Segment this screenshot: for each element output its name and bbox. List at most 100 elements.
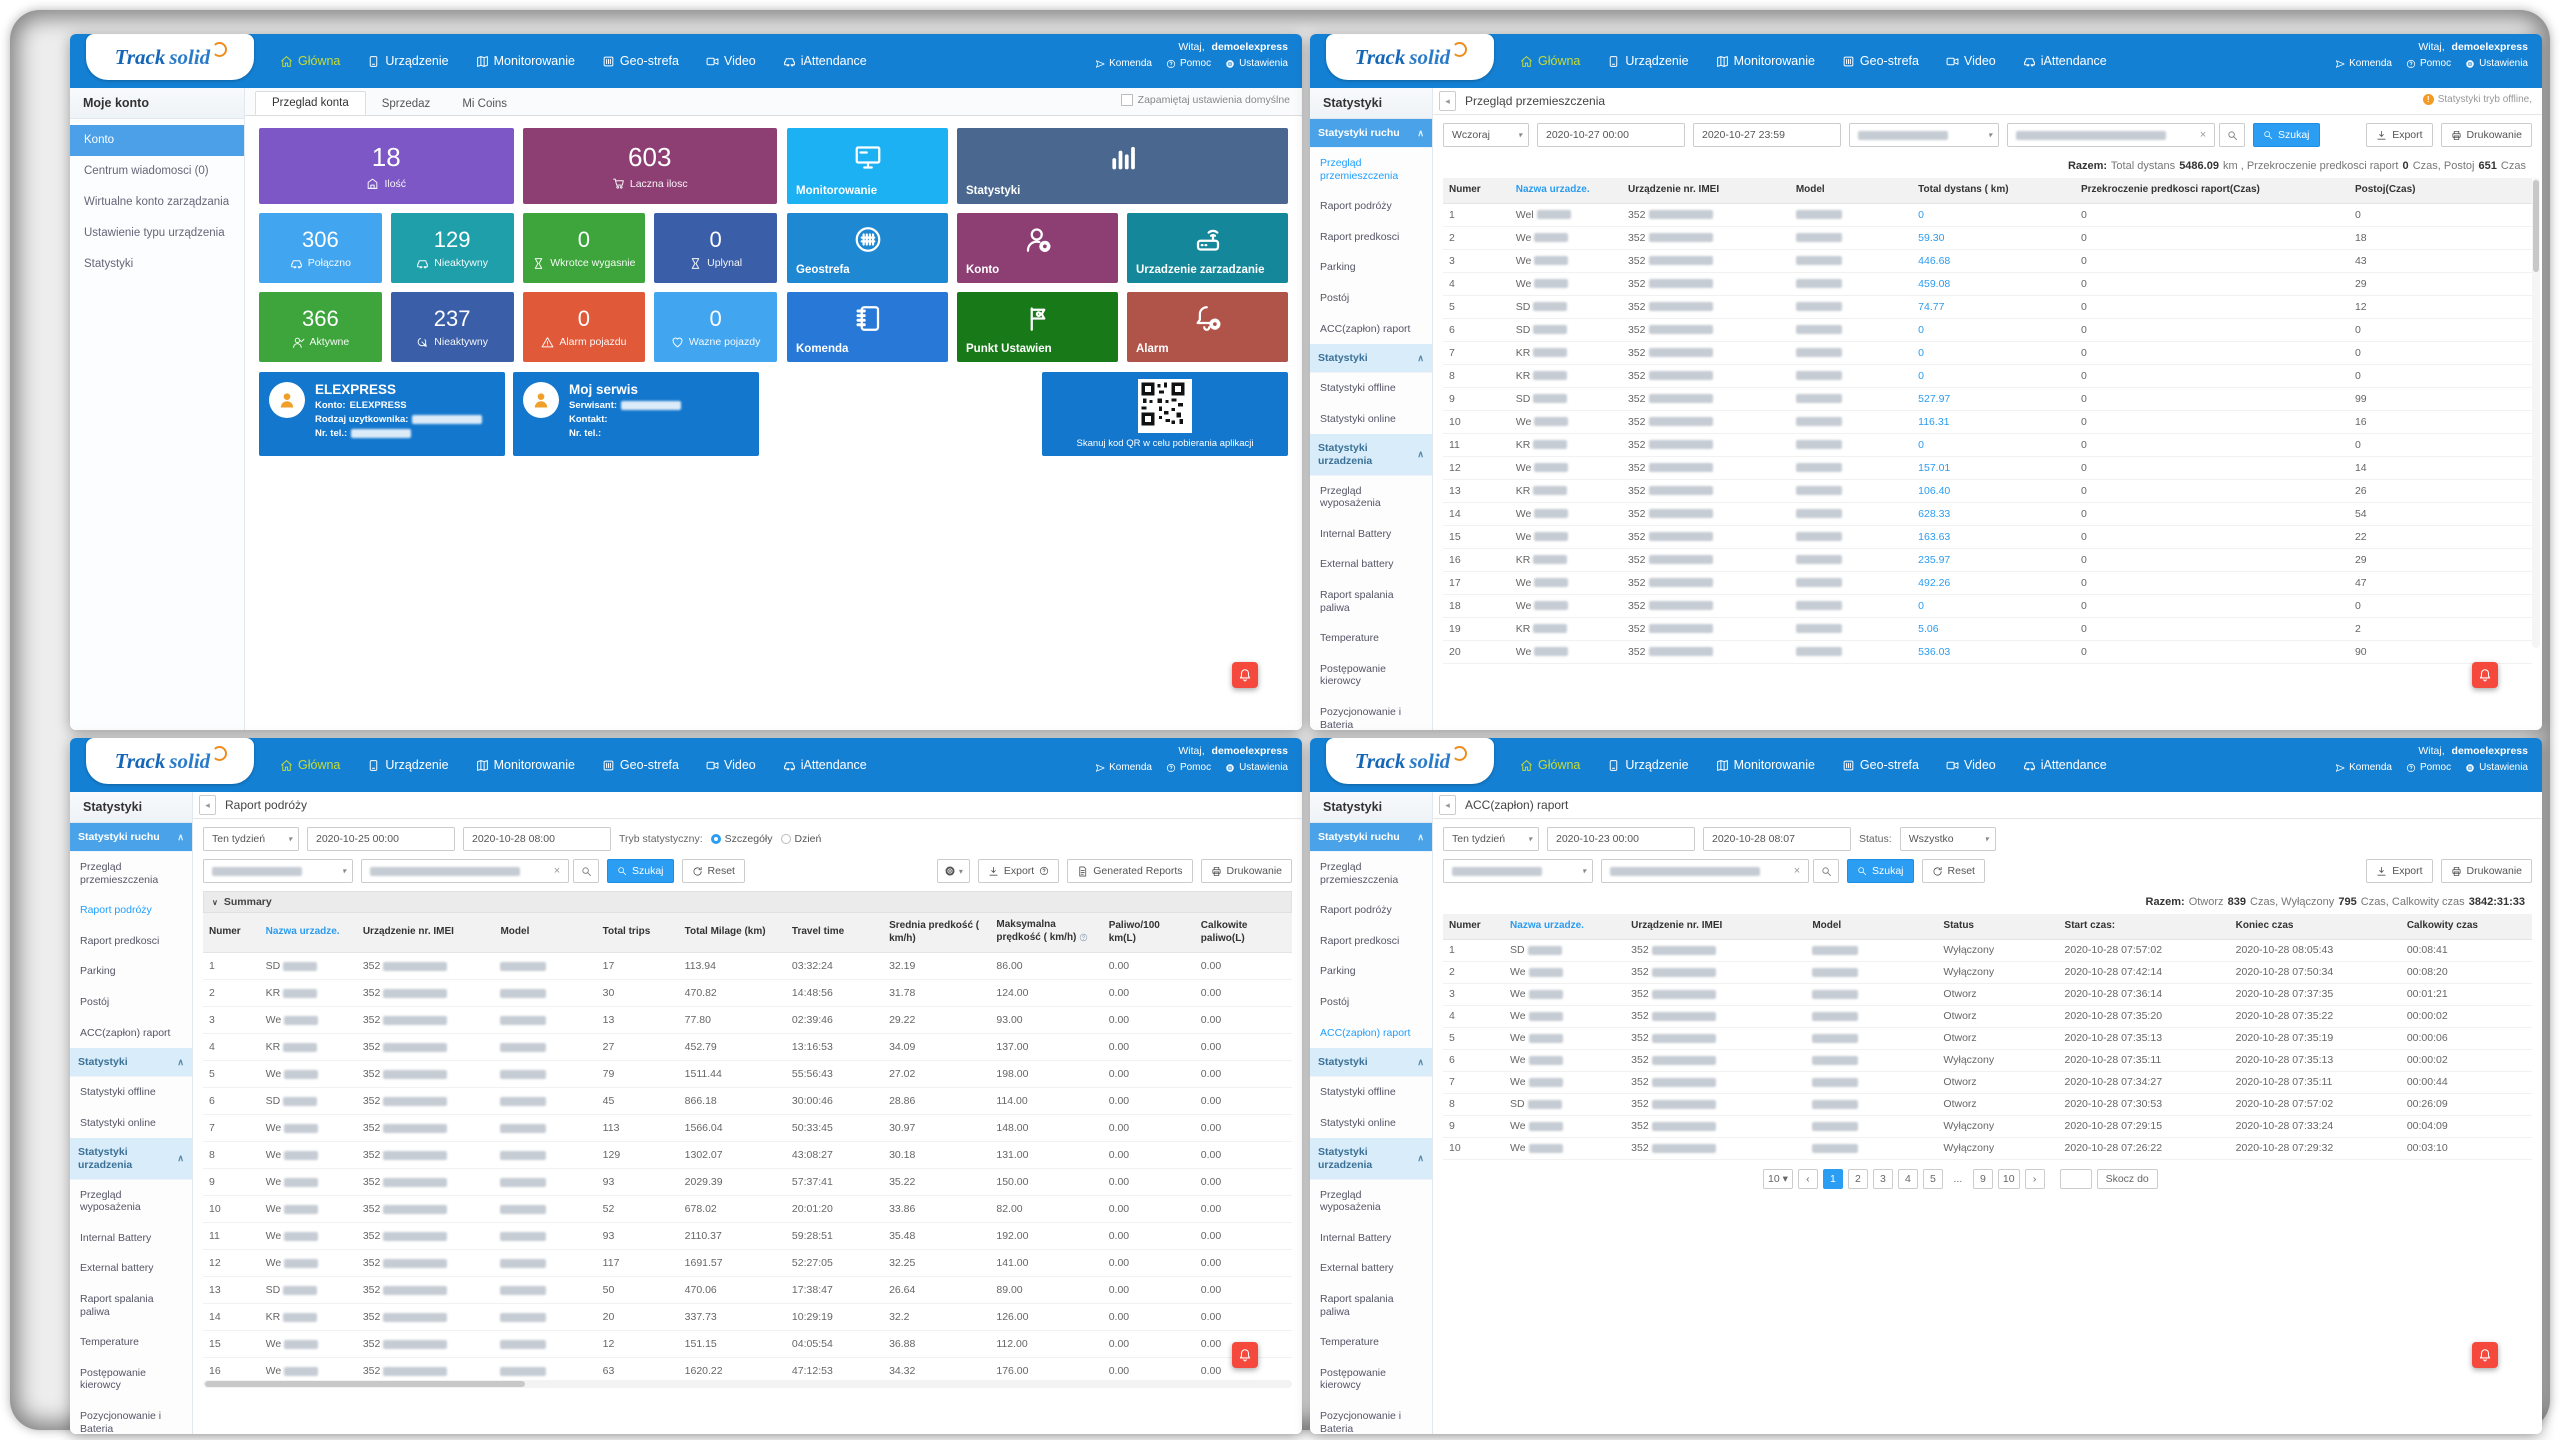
table-row[interactable]: 2 KR 352 30 470.82 14:48:56 31.78 124.00 0.00 0.0… [203, 979, 1292, 1007]
alarm-notification-button[interactable] [1232, 662, 1258, 688]
export-button[interactable]: Export [2366, 123, 2433, 147]
nav-iattendance[interactable]: iAttendance [2023, 758, 2107, 772]
sidebar-item[interactable]: Raport predkosci [70, 926, 192, 957]
sidebar-item[interactable]: Raport predkosci [1310, 222, 1432, 253]
app-tile[interactable]: Geostrefa [787, 213, 948, 283]
sidebar-group-header[interactable]: Statystyki urzadzenia ∧ [70, 1138, 192, 1180]
sidebar-item[interactable]: Statystyki offline [70, 1077, 192, 1108]
account-select[interactable]: ▾ [1443, 859, 1593, 883]
table-row[interactable]: 3 We 352 446.68 0 43 [1443, 249, 2532, 273]
stat-tile[interactable]: 0 Uplynal [654, 213, 777, 283]
table-row[interactable]: 11 We 352 93 2110.37 59:28:51 35.48 192.00 0.00 0… [203, 1222, 1292, 1250]
table-row[interactable]: 18 We 352 0 0 0 [1443, 594, 2532, 618]
sidebar-item[interactable]: Pozycjonowanie i Bateria [1310, 1401, 1432, 1434]
account-select[interactable]: ▾ [203, 859, 353, 883]
print-button[interactable]: Drukowanie [2440, 123, 2532, 147]
sidebar-item[interactable]: Przegląd przemieszczenia [1310, 148, 1432, 191]
nav-video[interactable]: Video [706, 758, 756, 772]
table-row[interactable]: 4 We 352 Otworz 2020-10-28 07:35:20 2020-10-2… [1443, 1005, 2532, 1028]
sidebar-collapse-button[interactable]: ◂ [199, 795, 216, 815]
sidebar-item[interactable]: Parking [70, 956, 192, 987]
table-row[interactable]: 12 We 352 157.01 0 14 [1443, 456, 2532, 480]
sidebar-collapse-button[interactable]: ◂ [1439, 91, 1456, 111]
sidebar-item[interactable]: Centrum wiadomosci (0) [70, 156, 244, 187]
nav-iattendance[interactable]: iAttendance [2023, 54, 2107, 68]
szukaj-button[interactable]: Szukaj [607, 859, 674, 883]
table-row[interactable]: 14 KR 352 20 337.73 10:29:19 32.2 126.00 0.00 0.0… [203, 1303, 1292, 1331]
date-from-input[interactable]: 2020-10-25 00:00 [307, 827, 455, 851]
nav-glowna[interactable]: Główna [280, 54, 340, 68]
date-from-input[interactable]: 2020-10-27 00:00 [1537, 123, 1685, 147]
sidebar-group-header[interactable]: Statystyki ruchu ∧ [70, 823, 192, 853]
vertical-scrollbar[interactable] [2532, 178, 2540, 648]
stat-tile[interactable]: 366 Aktywne [259, 292, 382, 362]
stat-tile[interactable]: 0 Wkrotce wygasnie [522, 213, 646, 283]
sidebar-item[interactable]: Internal Battery [1310, 1223, 1432, 1254]
sidebar-item[interactable]: Przegląd przemieszczenia [70, 852, 192, 895]
table-row[interactable]: 11 KR 352 0 0 0 [1443, 433, 2532, 457]
app-tile[interactable]: Urzadzenie zarzadzanie [1127, 213, 1288, 283]
nav-glowna[interactable]: Główna [1520, 54, 1580, 68]
export-button[interactable]: Export [2366, 859, 2433, 883]
table-row[interactable]: 8 KR 352 0 0 0 [1443, 364, 2532, 388]
sidebar-item[interactable]: Statystyki online [1310, 1108, 1432, 1139]
toplink-pomoc[interactable]: Pomoc [1166, 58, 1211, 69]
page-button[interactable]: 5 [1922, 1168, 1943, 1189]
alarm-notification-button[interactable] [2472, 1342, 2498, 1368]
sidebar-item[interactable]: Pozycjonowanie i Bateria [70, 1401, 192, 1434]
sidebar-item[interactable]: Przegląd przemieszczenia [1310, 852, 1432, 895]
table-row[interactable]: 14 We 352 628.33 0 54 [1443, 502, 2532, 526]
table-row[interactable]: 9 We 352 93 2029.39 57:37:41 35.22 150.00 0.00 0.… [203, 1168, 1292, 1196]
sidebar-item[interactable]: Raport spalania paliwa [1310, 580, 1432, 623]
toplink-ustawienia[interactable]: Ustawienia [1225, 762, 1288, 773]
app-tile[interactable]: Punkt Ustawien [957, 292, 1118, 362]
column-header[interactable]: Nazwa urzadze. [1509, 178, 1622, 204]
sidebar-item[interactable]: Statystyki online [70, 1108, 192, 1139]
imei-search-button[interactable] [1813, 859, 1839, 883]
stat-tile[interactable]: 0 Alarm pojazdu [522, 292, 646, 362]
sidebar-group-header[interactable]: Statystyki urzadzenia ∧ [1310, 1138, 1432, 1180]
sidebar-item[interactable]: External battery [1310, 549, 1432, 580]
sidebar-item[interactable]: Postępowanie kierowcy [1310, 654, 1432, 697]
table-row[interactable]: 3 We 352 13 77.80 02:39:46 29.22 93.00 0.00 0.00 [203, 1006, 1292, 1034]
page-button[interactable]: 10 [1997, 1168, 2020, 1189]
table-row[interactable]: 8 We 352 129 1302.07 43:08:27 30.18 131.00 0.00 0… [203, 1141, 1292, 1169]
nav-urzadzenie[interactable]: Urządzenie [367, 758, 449, 772]
column-header[interactable]: Nazwa urzadze. [259, 913, 357, 953]
sidebar-item[interactable]: Statystyki offline [1310, 373, 1432, 404]
sidebar-item[interactable]: Postój [1310, 987, 1432, 1018]
page-button[interactable]: 9 [1972, 1168, 1993, 1189]
sidebar-item[interactable]: Statystyki [70, 249, 244, 280]
toplink-komenda[interactable]: Komenda [2335, 762, 2392, 773]
nav-urzadzenie[interactable]: Urządzenie [367, 54, 449, 68]
table-row[interactable]: 6 SD 352 0 0 0 [1443, 318, 2532, 342]
nav-video[interactable]: Video [706, 54, 756, 68]
sidebar-group-header[interactable]: Statystyki ∧ [70, 1048, 192, 1078]
app-tile[interactable]: Alarm [1127, 292, 1288, 362]
settings-button[interactable]: ▾ [936, 859, 970, 883]
table-row[interactable]: 9 We 352 Wyłączony 2020-10-28 07:29:15 2020-1… [1443, 1115, 2532, 1138]
table-row[interactable]: 4 KR 352 27 452.79 13:16:53 34.09 137.00 0.00 0.0… [203, 1033, 1292, 1061]
table-row[interactable]: 1 SD 352 17 113.94 03:32:24 32.19 86.00 0.00 0.00 [203, 952, 1292, 980]
szukaj-button[interactable]: Szukaj [1847, 859, 1914, 883]
table-row[interactable]: 1 SD 352 Wyłączony 2020-10-28 07:57:02 2020-1… [1443, 939, 2532, 962]
table-row[interactable]: 2 We 352 Wyłączony 2020-10-28 07:42:14 2020-1… [1443, 961, 2532, 984]
sidebar-item[interactable]: Temperature [70, 1327, 192, 1358]
table-row[interactable]: 7 KR 352 0 0 0 [1443, 341, 2532, 365]
toplink-komenda[interactable]: Komenda [2335, 58, 2392, 69]
table-row[interactable]: 5 We 352 79 1511.44 55:56:43 27.02 198.00 0.00 0.… [203, 1060, 1292, 1088]
table-row[interactable]: 17 We 352 492.26 0 47 [1443, 571, 2532, 595]
sidebar-item[interactable]: Wirtualne konto zarządzania [70, 187, 244, 218]
radio-dzien[interactable]: Dzień [780, 833, 821, 845]
sidebar-item[interactable]: Parking [1310, 956, 1432, 987]
nav-iattendance[interactable]: iAttendance [783, 758, 867, 772]
export-button[interactable]: Export [977, 859, 1060, 883]
toplink-ustawienia[interactable]: Ustawienia [1225, 58, 1288, 69]
table-row[interactable]: 6 We 352 Wyłączony 2020-10-28 07:35:11 2020-1… [1443, 1049, 2532, 1072]
sidebar-item[interactable]: ACC(zapłon) raport [1310, 314, 1432, 345]
table-row[interactable]: 6 SD 352 45 866.18 30:00:46 28.86 114.00 0.00 0.0… [203, 1087, 1292, 1115]
date-to-input[interactable]: 2020-10-28 08:07 [1703, 827, 1851, 851]
reset-button[interactable]: Reset [1921, 859, 1985, 883]
toplink-ustawienia[interactable]: Ustawienia [2465, 762, 2528, 773]
sidebar-item[interactable]: Pozycjonowanie i Bateria [1310, 697, 1432, 730]
